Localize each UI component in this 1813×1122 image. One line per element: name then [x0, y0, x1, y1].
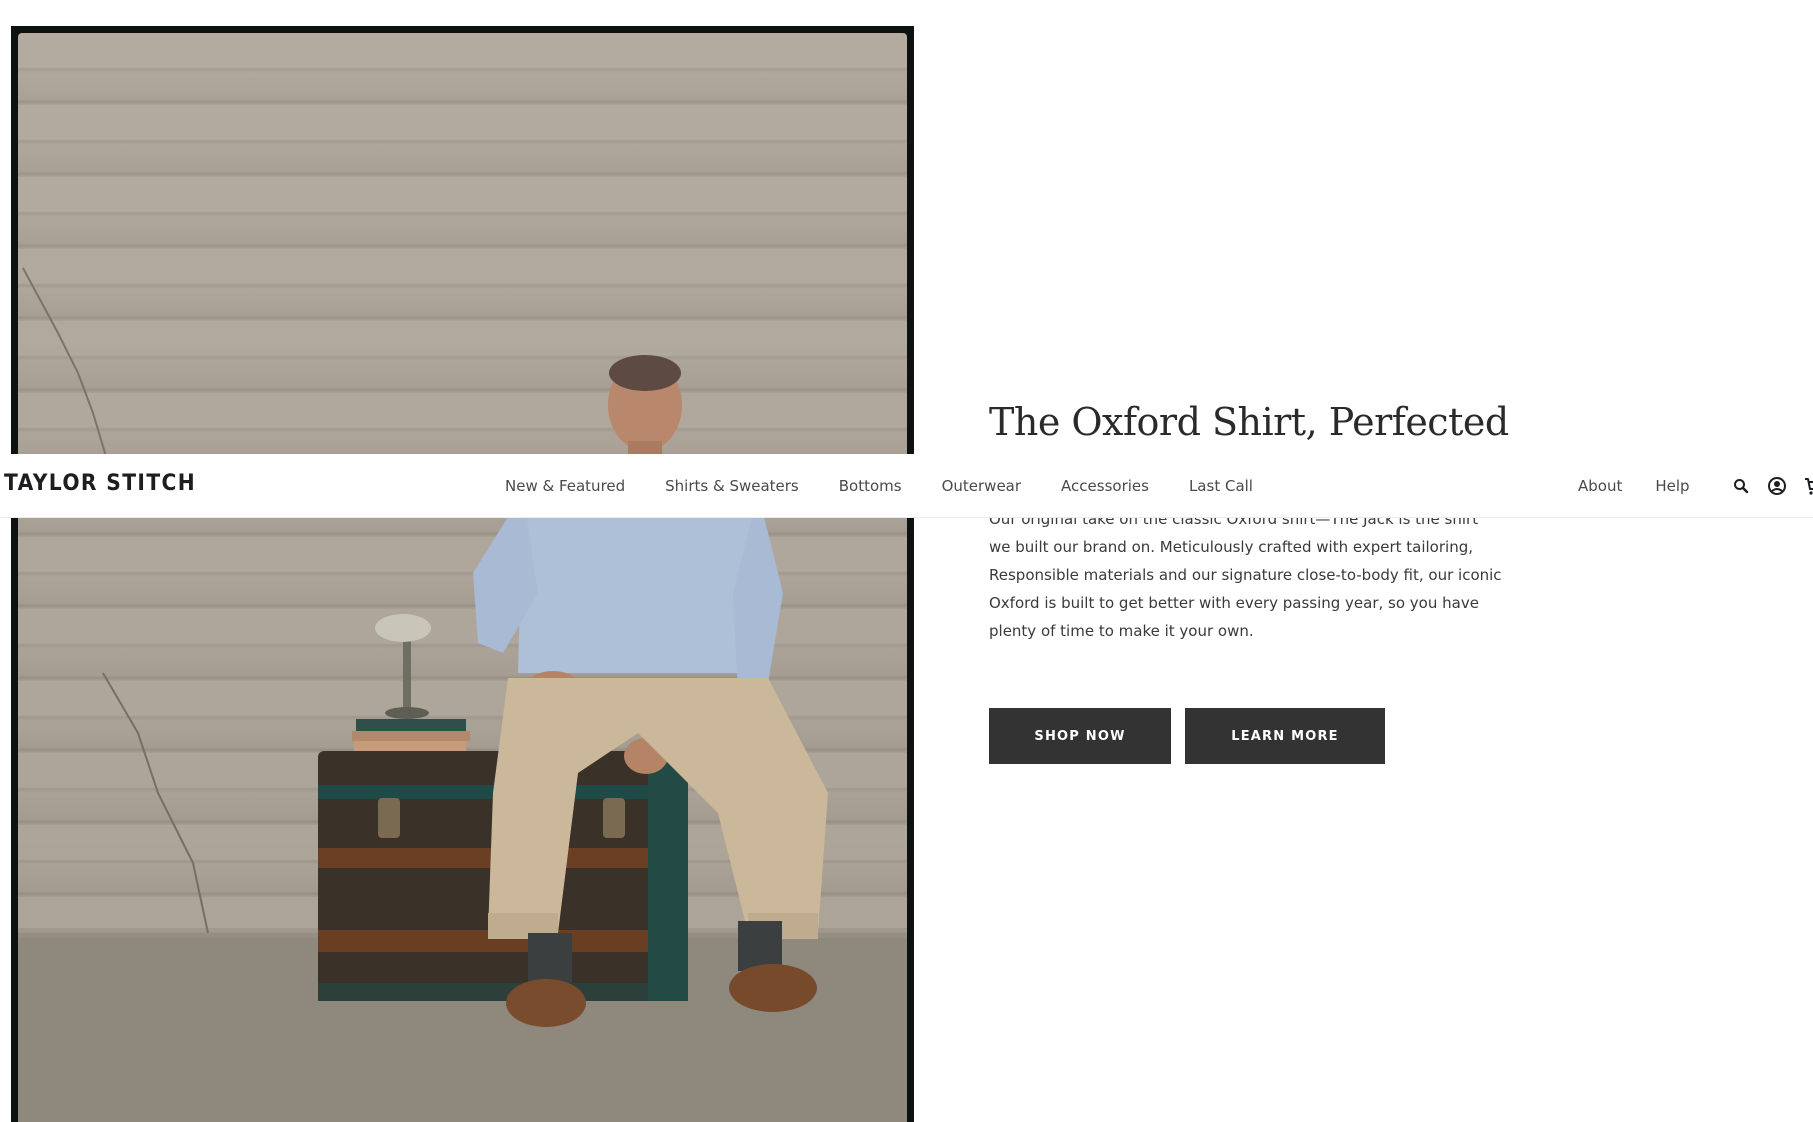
nav-item-help[interactable]: Help [1655, 477, 1689, 495]
hero-photo [18, 33, 907, 1122]
brand-logo[interactable]: TAYLOR STITCH [4, 471, 196, 496]
hero-headline: The Oxford Shirt, Perfected [989, 400, 1509, 444]
main-navigation: TAYLOR STITCH New & Featured Shirts & Sw… [0, 454, 1813, 518]
nav-item-new-featured[interactable]: New & Featured [505, 477, 625, 495]
hero-copy: The Oxford Shirt, Perfected [989, 400, 1509, 446]
nav-item-last-call[interactable]: Last Call [1189, 477, 1253, 495]
nav-main-menu: New & Featured Shirts & Sweaters Bottoms… [505, 454, 1293, 517]
nav-item-bottoms[interactable]: Bottoms [839, 477, 902, 495]
nav-item-shirts-sweaters[interactable]: Shirts & Sweaters [665, 477, 799, 495]
learn-more-button[interactable]: LEARN MORE [1185, 708, 1385, 764]
nav-secondary-menu: About Help [1578, 454, 1723, 517]
nav-item-outerwear[interactable]: Outerwear [942, 477, 1021, 495]
nav-icons [1730, 454, 1813, 517]
account-icon[interactable] [1766, 475, 1788, 497]
page: The Oxford Shirt, Perfected Our original… [0, 0, 1813, 1122]
hero-illustration [18, 267, 907, 1122]
search-icon[interactable] [1730, 475, 1752, 497]
shop-now-button[interactable]: SHOP NOW [989, 708, 1171, 764]
cart-icon[interactable] [1802, 475, 1813, 497]
hero-description: Our original take on the classic Oxford … [989, 510, 1502, 640]
hero-buttons: SHOP NOW LEARN MORE [989, 708, 1385, 764]
nav-item-about[interactable]: About [1578, 477, 1622, 495]
hero-image [11, 26, 914, 1122]
nav-item-accessories[interactable]: Accessories [1061, 477, 1149, 495]
